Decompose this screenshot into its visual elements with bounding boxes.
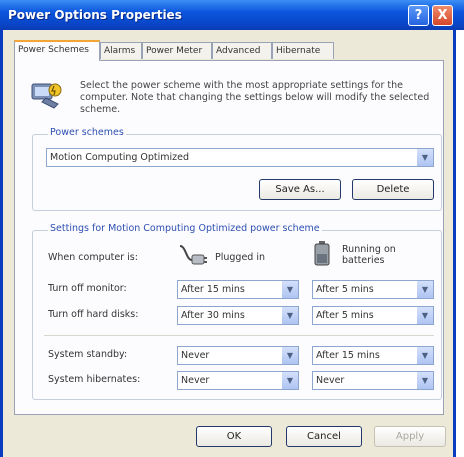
hard-disks-plugged-select[interactable]: After 30 mins ▼ — [177, 306, 299, 325]
delete-button[interactable]: Delete — [352, 179, 434, 200]
plugged-in-label: Plugged in — [215, 252, 266, 263]
battery-icon — [314, 241, 330, 266]
window-title: Power Options Properties — [8, 8, 182, 22]
chevron-down-icon[interactable]: ▼ — [416, 149, 433, 166]
chevron-down-icon[interactable]: ▼ — [416, 281, 433, 298]
power-options-icon — [31, 83, 62, 109]
chevron-down-icon[interactable]: ▼ — [416, 347, 433, 364]
standby-plugged-value: Never — [181, 350, 210, 361]
chevron-down-icon[interactable]: ▼ — [281, 347, 298, 364]
plug-icon — [179, 245, 207, 265]
tab-hibernate[interactable]: Hibernate — [272, 42, 334, 59]
power-scheme-value: Motion Computing Optimized — [50, 152, 190, 163]
ok-button[interactable]: OK — [196, 426, 272, 447]
hibernate-battery-select[interactable]: Never ▼ — [312, 371, 434, 390]
turn-off-monitor-label: Turn off monitor: — [48, 283, 127, 294]
monitor-battery-select[interactable]: After 5 mins ▼ — [312, 280, 434, 299]
tab-advanced[interactable]: Advanced — [212, 42, 272, 59]
power-schemes-group-label: Power schemes — [48, 127, 126, 138]
save-as-button[interactable]: Save As... — [259, 179, 341, 200]
tab-alarms[interactable]: Alarms — [100, 42, 142, 59]
system-standby-label: System standby: — [48, 349, 128, 360]
close-button[interactable]: X — [432, 5, 453, 26]
monitor-plugged-value: After 15 mins — [181, 284, 245, 295]
settings-divider — [44, 335, 434, 336]
hibernate-plugged-value: Never — [181, 375, 210, 386]
title-bar[interactable]: Power Options Properties ? X — [0, 0, 464, 30]
hard-disks-plugged-value: After 30 mins — [181, 310, 245, 321]
chevron-down-icon[interactable]: ▼ — [281, 372, 298, 389]
hard-disks-battery-value: After 5 mins — [316, 310, 374, 321]
apply-button[interactable]: Apply — [374, 426, 446, 447]
turn-off-hard-disks-label: Turn off hard disks: — [48, 309, 139, 320]
hibernate-plugged-select[interactable]: Never ▼ — [177, 371, 299, 390]
hibernate-battery-value: Never — [316, 375, 345, 386]
help-button[interactable]: ? — [408, 5, 429, 26]
cancel-button[interactable]: Cancel — [286, 426, 362, 447]
tab-power-schemes[interactable]: Power Schemes — [14, 40, 100, 61]
standby-battery-value: After 15 mins — [316, 350, 380, 361]
standby-plugged-select[interactable]: Never ▼ — [177, 346, 299, 365]
chevron-down-icon[interactable]: ▼ — [281, 307, 298, 324]
power-scheme-select[interactable]: Motion Computing Optimized ▼ — [46, 148, 434, 167]
intro-text: Select the power scheme with the most ap… — [80, 80, 430, 115]
settings-group-label: Settings for Motion Computing Optimized … — [48, 223, 322, 234]
chevron-down-icon[interactable]: ▼ — [281, 281, 298, 298]
hard-disks-battery-select[interactable]: After 5 mins ▼ — [312, 306, 434, 325]
monitor-plugged-select[interactable]: After 15 mins ▼ — [177, 280, 299, 299]
chevron-down-icon[interactable]: ▼ — [416, 372, 433, 389]
tab-power-meter[interactable]: Power Meter — [142, 42, 212, 59]
chevron-down-icon[interactable]: ▼ — [416, 307, 433, 324]
monitor-battery-value: After 5 mins — [316, 284, 374, 295]
running-on-batteries-label: Running on batteries — [342, 244, 396, 266]
standby-battery-select[interactable]: After 15 mins ▼ — [312, 346, 434, 365]
when-computer-label: When computer is: — [48, 252, 138, 263]
system-hibernates-label: System hibernates: — [48, 374, 141, 385]
